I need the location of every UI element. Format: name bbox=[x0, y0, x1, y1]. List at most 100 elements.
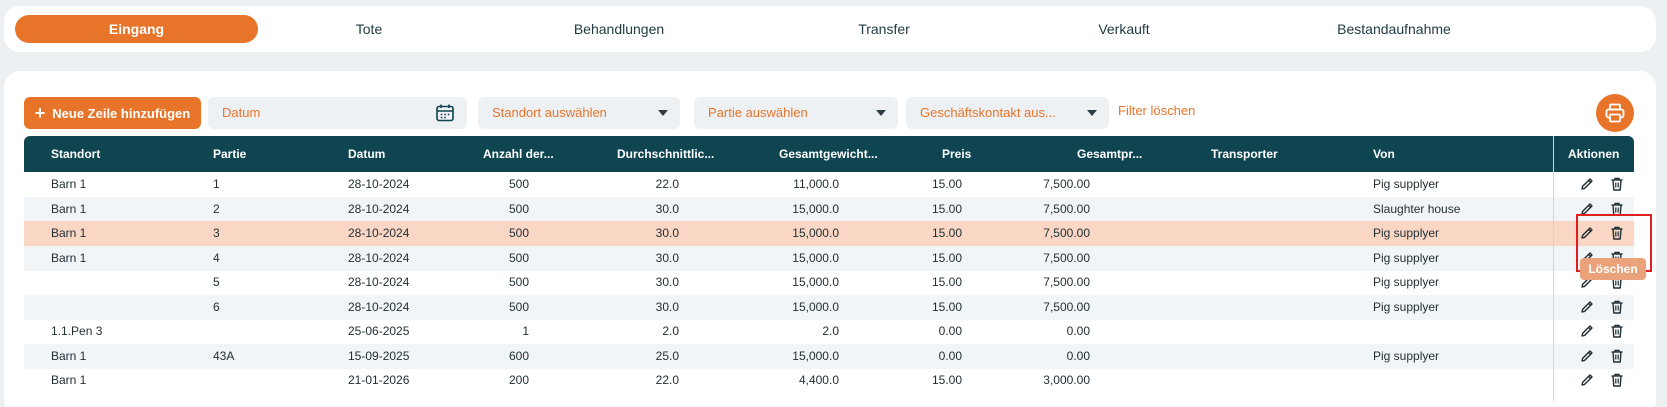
table-row[interactable]: Barn 1 3 28-10-2024 500 30.0 15,000.0 15.00 7,5… bbox=[24, 221, 1634, 246]
chevron-down-icon bbox=[1087, 110, 1097, 116]
col-transporter[interactable]: Transporter bbox=[1211, 136, 1278, 172]
cell-anzahl: 500 bbox=[508, 275, 529, 289]
tab-eingang[interactable]: Eingang bbox=[15, 15, 258, 43]
clear-filter-link[interactable]: Filter löschen bbox=[1118, 103, 1195, 118]
trash-icon[interactable] bbox=[1609, 299, 1625, 320]
table-row[interactable]: Barn 1 2 28-10-2024 500 30.0 15,000.0 15.00 7,5… bbox=[24, 196, 1634, 222]
table-row[interactable]: Barn 1 4 28-10-2024 500 30.0 15,000.0 15.00 7,5… bbox=[24, 245, 1634, 271]
col-gesamtpreis[interactable]: Gesamtpr... bbox=[1077, 136, 1142, 172]
cell-durchschnitt: 30.0 bbox=[655, 275, 679, 289]
cell-anzahl: 200 bbox=[508, 373, 529, 387]
cell-gesamtgewicht: 15,000.0 bbox=[792, 299, 839, 314]
pencil-icon[interactable] bbox=[1579, 372, 1595, 393]
print-button[interactable] bbox=[1596, 94, 1634, 132]
table-row[interactable]: Barn 1 21-01-2026 200 22.0 4,400.0 15.00 3,000… bbox=[24, 368, 1634, 393]
cell-partie: 6 bbox=[213, 299, 220, 314]
location-placeholder: Standort auswählen bbox=[492, 105, 607, 120]
cell-von: Pig supplyer bbox=[1373, 299, 1440, 314]
cell-datum: 28-10-2024 bbox=[348, 275, 410, 289]
pencil-icon[interactable] bbox=[1579, 323, 1595, 344]
cell-gesamtgewicht: 15,000.0 bbox=[792, 275, 839, 289]
trash-icon[interactable] bbox=[1609, 323, 1625, 344]
date-placeholder: Datum bbox=[222, 105, 261, 120]
col-datum[interactable]: Datum bbox=[348, 136, 385, 172]
cell-partie: 5 bbox=[213, 275, 220, 289]
cell-gesamtgewicht: 15,000.0 bbox=[792, 226, 839, 240]
cell-datum: 28-10-2024 bbox=[348, 177, 410, 191]
calendar-icon[interactable] bbox=[435, 103, 455, 123]
cell-preis: 15.00 bbox=[931, 177, 962, 191]
cell-gesamtpreis: 7,500.00 bbox=[1043, 299, 1090, 314]
location-select[interactable]: Standort auswählen bbox=[478, 97, 680, 129]
cell-preis: 15.00 bbox=[931, 299, 962, 314]
cell-standort: 1.1.Pen 3 bbox=[51, 324, 103, 338]
cell-gesamtgewicht: 11,000.0 bbox=[793, 177, 839, 191]
cell-partie: 3 bbox=[213, 226, 220, 240]
cell-durchschnitt: 22.0 bbox=[655, 177, 679, 191]
trash-icon[interactable] bbox=[1609, 372, 1625, 393]
cell-datum: 28-10-2024 bbox=[348, 250, 410, 265]
table-row[interactable]: Barn 1 1 28-10-2024 500 22.0 11,000.0 15.00 7,5… bbox=[24, 172, 1634, 197]
cell-anzahl: 500 bbox=[508, 250, 529, 265]
tab-transfer[interactable]: Transfer bbox=[819, 15, 949, 43]
cell-gesamtgewicht: 15,000.0 bbox=[792, 250, 839, 265]
table-row[interactable]: 1.1.Pen 3 25-06-2025 1 2.0 2.0 0.00 0.00 bbox=[24, 319, 1634, 344]
cell-preis: 15.00 bbox=[931, 275, 962, 289]
cell-standort: Barn 1 bbox=[51, 177, 87, 191]
tab-bestandaufnahme[interactable]: Bestandaufnahme bbox=[1304, 15, 1484, 43]
cell-durchschnitt: 25.0 bbox=[655, 348, 679, 363]
col-durchschnitt[interactable]: Durchschnittlic... bbox=[617, 136, 714, 172]
cell-durchschnitt: 2.0 bbox=[662, 324, 679, 338]
tab-bar: Eingang Tote Behandlungen Transfer Verka… bbox=[4, 6, 1656, 52]
contact-placeholder: Geschäftskontakt aus... bbox=[920, 105, 1056, 120]
cell-anzahl: 500 bbox=[508, 226, 529, 240]
cell-von: Pig supplyer bbox=[1373, 275, 1440, 289]
pencil-icon[interactable] bbox=[1579, 348, 1595, 369]
cell-gesamtpreis: 7,500.00 bbox=[1043, 201, 1090, 216]
chevron-down-icon bbox=[876, 110, 886, 116]
cell-partie: 43A bbox=[213, 348, 235, 363]
cell-gesamtpreis: 7,500.00 bbox=[1043, 250, 1090, 265]
table-row[interactable]: 6 28-10-2024 500 30.0 15,000.0 15.00 7,500.00 P… bbox=[24, 294, 1634, 320]
table-header: Standort Partie Datum Anzahl der... Durc… bbox=[24, 136, 1634, 172]
col-aktionen: Aktionen bbox=[1568, 147, 1620, 161]
cell-datum: 28-10-2024 bbox=[348, 299, 410, 314]
col-partie[interactable]: Partie bbox=[213, 136, 246, 172]
pencil-icon[interactable] bbox=[1579, 176, 1595, 197]
table-row[interactable]: Barn 1 43A 15-09-2025 600 25.0 15,000.0 0.00 0.… bbox=[24, 343, 1634, 369]
add-row-button[interactable]: + Neue Zeile hinzufügen bbox=[24, 97, 201, 129]
trash-icon[interactable] bbox=[1609, 348, 1625, 369]
col-anzahl[interactable]: Anzahl der... bbox=[483, 136, 554, 172]
tab-tote[interactable]: Tote bbox=[304, 15, 434, 43]
plus-icon: + bbox=[34, 103, 46, 123]
cell-von: Pig supplyer bbox=[1373, 177, 1440, 191]
cell-standort: Barn 1 bbox=[51, 201, 87, 216]
cell-durchschnitt: 30.0 bbox=[655, 226, 679, 240]
contact-select[interactable]: Geschäftskontakt aus... bbox=[906, 97, 1109, 129]
cell-gesamtgewicht: 4,400.0 bbox=[798, 373, 839, 387]
cell-anzahl: 500 bbox=[508, 201, 529, 216]
col-gesamtgewicht[interactable]: Gesamtgewicht... bbox=[779, 136, 878, 172]
col-preis[interactable]: Preis bbox=[942, 136, 971, 172]
cell-partie: 4 bbox=[213, 250, 220, 265]
pencil-icon[interactable] bbox=[1579, 299, 1595, 320]
batch-select[interactable]: Partie auswählen bbox=[694, 97, 898, 129]
cell-datum: 25-06-2025 bbox=[348, 324, 410, 338]
tab-verkauft[interactable]: Verkauft bbox=[1059, 15, 1189, 43]
cell-gesamtgewicht: 15,000.0 bbox=[792, 348, 839, 363]
trash-icon[interactable] bbox=[1609, 176, 1625, 197]
date-input[interactable]: Datum bbox=[208, 97, 467, 129]
cell-standort: Barn 1 bbox=[51, 348, 87, 363]
cell-von: Pig supplyer bbox=[1373, 226, 1440, 240]
col-von[interactable]: Von bbox=[1373, 136, 1395, 172]
cell-preis: 15.00 bbox=[931, 226, 962, 240]
cell-gesamtpreis: 3,000.00 bbox=[1043, 373, 1090, 387]
tab-behandlungen[interactable]: Behandlungen bbox=[539, 15, 699, 43]
cell-gesamtpreis: 0.00 bbox=[1066, 324, 1090, 338]
col-standort[interactable]: Standort bbox=[51, 136, 100, 172]
actions-divider bbox=[1553, 136, 1554, 401]
table-row[interactable]: 5 28-10-2024 500 30.0 15,000.0 15.00 7,500.00 P… bbox=[24, 270, 1634, 295]
cell-gesamtpreis: 7,500.00 bbox=[1043, 275, 1090, 289]
add-row-label: Neue Zeile hinzufügen bbox=[52, 105, 191, 121]
cell-durchschnitt: 22.0 bbox=[655, 373, 679, 387]
